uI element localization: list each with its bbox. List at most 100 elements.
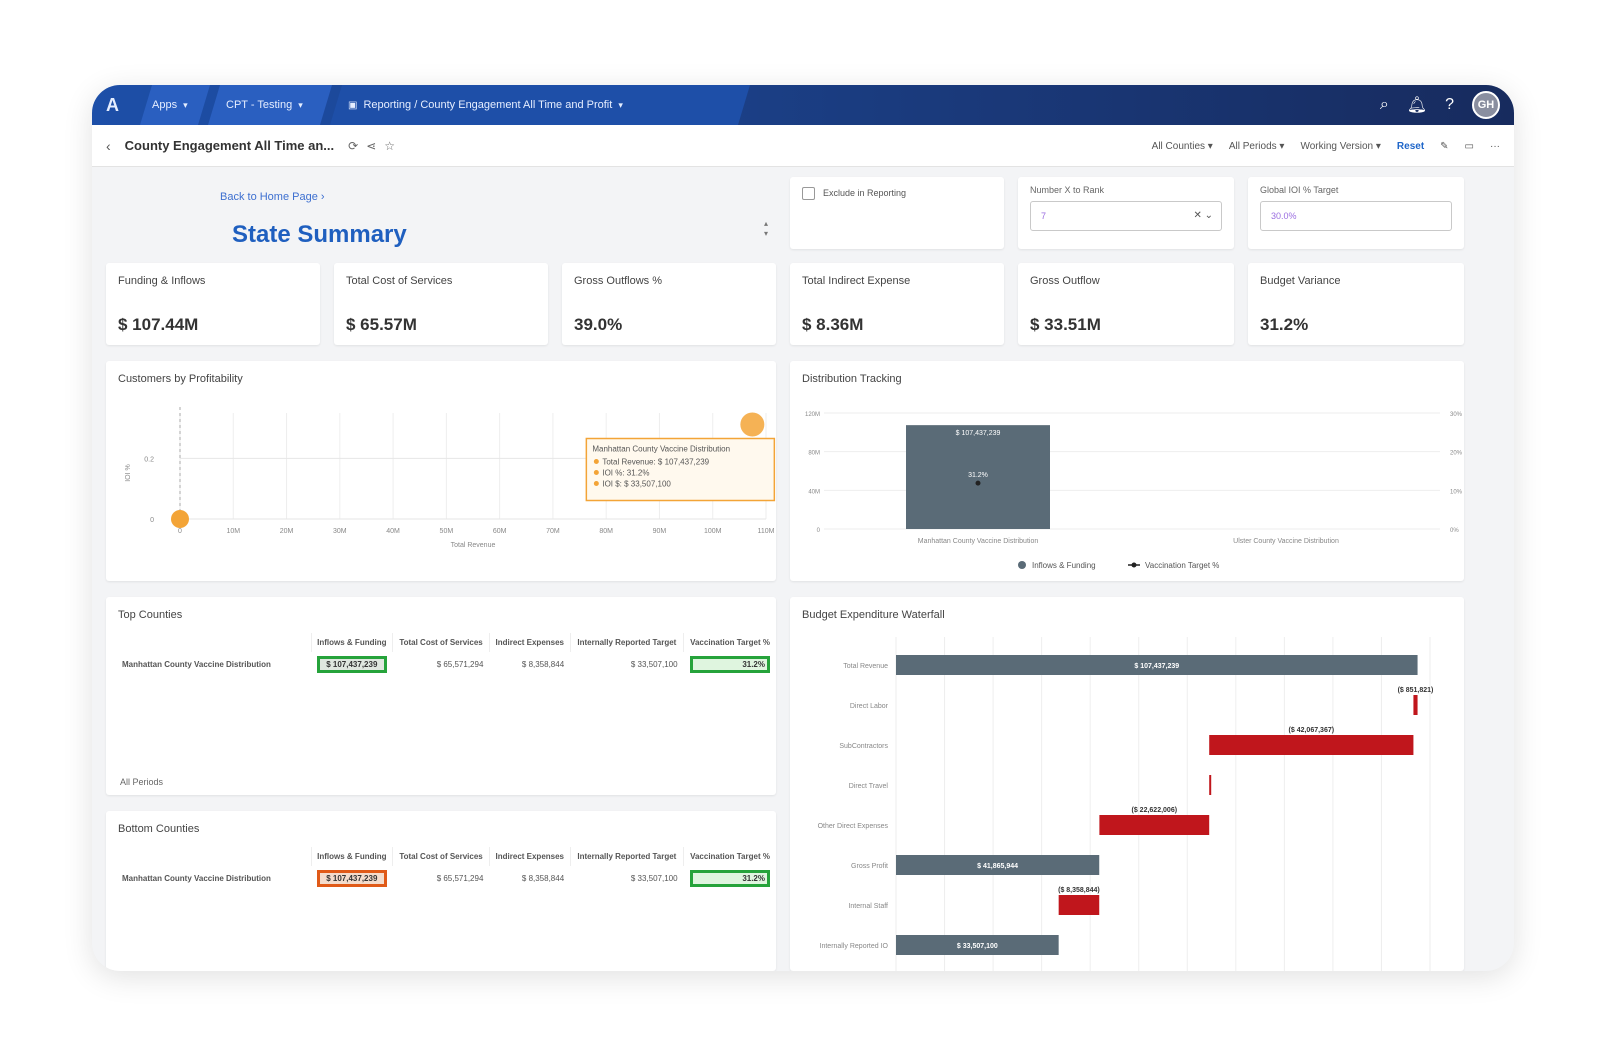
sync-icon[interactable]: ⟳ xyxy=(348,139,358,153)
search-icon[interactable]: ⌕ xyxy=(1380,96,1389,114)
column-header[interactable]: Inflows & Funding xyxy=(310,633,393,652)
target-input[interactable]: 30.0% xyxy=(1260,201,1452,231)
x-tick-label: 110M xyxy=(758,528,775,535)
filter-version[interactable]: Working Version ▾ xyxy=(1300,141,1380,152)
chevron-down-icon: ▾ xyxy=(183,99,188,110)
y2-tick-label: 30% xyxy=(1450,412,1463,418)
x-tick-label: Ulster County Vaccine Distribution xyxy=(1233,538,1339,545)
waterfall-card: Budget Expenditure Waterfall Total Reven… xyxy=(790,597,1464,971)
cell-highlight: $ 107,437,239 xyxy=(317,656,387,673)
report-path-label: Reporting / County Engagement All Time a… xyxy=(363,99,613,111)
page-title: State Summary xyxy=(232,221,407,248)
workspace-menu[interactable]: CPT - Testing ▾ xyxy=(208,85,332,125)
column-header[interactable]: Vaccination Target % xyxy=(683,847,776,866)
help-icon[interactable]: ? xyxy=(1445,96,1454,114)
exclude-card: Exclude in Reporting xyxy=(790,177,1004,249)
target-point-label: 31.2% xyxy=(968,472,988,479)
column-header[interactable]: Indirect Expenses xyxy=(488,847,571,866)
tooltip-title: Manhattan County Vaccine Distribution xyxy=(592,445,730,454)
column-header[interactable]: Inflows & Funding xyxy=(310,847,393,866)
column-header[interactable]: Total Cost of Services xyxy=(392,633,490,652)
checkbox-icon xyxy=(802,187,815,200)
cell-cost: $ 65,571,294 xyxy=(436,874,484,883)
column-header[interactable]: Total Cost of Services xyxy=(392,847,490,866)
bell-icon[interactable]: 🔔︎ xyxy=(1407,95,1427,115)
chevron-down-icon: ▾ xyxy=(298,99,303,110)
edit-icon[interactable]: ✎ xyxy=(1440,141,1448,152)
exclude-checkbox[interactable]: Exclude in Reporting xyxy=(802,187,906,200)
cell-indirect: $ 8,358,844 xyxy=(521,874,565,883)
x-tick-label: 100M xyxy=(704,528,722,535)
report-breadcrumb[interactable]: ▣ Reporting / County Engagement All Time… xyxy=(330,85,750,125)
top-nav-bar: A Apps ▾ CPT - Testing ▾ ▣ Reporting / C… xyxy=(92,85,1514,125)
table-row[interactable]: Manhattan County Vaccine Distribution $ … xyxy=(116,652,776,677)
filter-periods-label: All Periods xyxy=(1228,140,1277,152)
category-label: Other Direct Expenses xyxy=(818,823,889,830)
cell-inflows: $ 107,437,239 xyxy=(311,866,393,891)
column-header[interactable]: Vaccination Target % xyxy=(683,633,776,652)
bar-value-label: ($ 8,358,844) xyxy=(1058,887,1100,894)
comment-icon[interactable]: ▭ xyxy=(1465,141,1474,152)
kpi-value: 31.2% xyxy=(1260,315,1309,334)
x-tick-label: Manhattan County Vaccine Distribution xyxy=(918,538,1039,545)
waterfall-bar xyxy=(1058,895,1100,915)
kpi-label: Funding & Inflows xyxy=(118,275,206,287)
column-header[interactable]: Indirect Expenses xyxy=(488,633,571,652)
app-logo-icon[interactable]: A xyxy=(106,85,119,125)
user-avatar[interactable]: GH xyxy=(1472,91,1500,119)
y-tick-label: 0 xyxy=(150,517,154,524)
category-label: Total Revenue xyxy=(843,663,888,670)
periods-label: All Periods xyxy=(120,777,164,787)
top-counties-card: Top Counties Inflows & Funding Total Cos… xyxy=(106,597,776,795)
legend-marker xyxy=(1131,562,1137,568)
rank-card: Number X to Rank 7 ✕ ⌄ xyxy=(1018,177,1234,249)
legend-label: Vaccination Target % xyxy=(1145,561,1219,570)
column-header[interactable]: Internally Reported Target xyxy=(569,847,684,866)
filter-counties[interactable]: All Counties ▾ xyxy=(1152,141,1213,152)
reset-button[interactable]: Reset xyxy=(1397,141,1424,152)
y2-tick-label: 10% xyxy=(1450,489,1463,495)
target-label: Global IOI % Target xyxy=(1260,185,1339,195)
cell-vaccination: 31.2% xyxy=(684,866,776,891)
x-axis-label: Total Revenue xyxy=(451,542,496,549)
kpi-card: Gross Outflow $ 33.51M xyxy=(1018,263,1234,345)
table-row[interactable]: Manhattan County Vaccine Distribution $ … xyxy=(116,866,776,891)
y2-tick-label: 0% xyxy=(1450,528,1459,534)
bar-value-label: ($ 42,067,367) xyxy=(1289,727,1335,734)
bar-value-label: ($ 851,821) xyxy=(1398,687,1434,694)
distribution-chart[interactable]: 0 40M 80M 120M 0% 10% 20% 30% $ 107,437,239 31.2%… xyxy=(790,361,1464,581)
top-nav-icons: ⌕ 🔔︎ ? GH xyxy=(1380,85,1500,125)
cell-highlight: 31.2% xyxy=(689,656,770,673)
more-icon[interactable]: ··· xyxy=(1490,141,1500,152)
cell-indirect: $ 8,358,844 xyxy=(521,660,565,669)
kpi-value: $ 8.36M xyxy=(802,315,864,334)
waterfall-bar xyxy=(1099,815,1210,835)
report-icon: ▣ xyxy=(348,99,358,111)
category-label: SubContractors xyxy=(839,743,888,750)
row-name: Manhattan County Vaccine Distribution xyxy=(122,660,271,669)
rank-select[interactable]: 7 ✕ ⌄ xyxy=(1030,201,1222,231)
clear-icon[interactable]: ✕ ⌄ xyxy=(1193,210,1213,221)
star-icon[interactable]: ☆ xyxy=(384,139,395,153)
target-point xyxy=(975,480,981,486)
back-arrow-icon[interactable]: ‹ xyxy=(106,138,111,154)
scatter-chart[interactable]: 0 10M 20M 30M 40M 50M 60M 70M 80M 90M 100M 110M 0 0.2… xyxy=(106,361,776,581)
waterfall-chart[interactable]: Total Revenue $ 107,437,239 Direct Labor ($… xyxy=(790,597,1464,971)
filter-periods[interactable]: All Periods ▾ xyxy=(1229,141,1285,152)
apps-menu[interactable]: Apps ▾ xyxy=(140,85,210,125)
filter-bar: All Counties ▾ All Periods ▾ Working Ver… xyxy=(1152,125,1500,167)
kpi-card: Total Cost of Services $ 65.57M xyxy=(334,263,548,345)
y-tick-label: 0 xyxy=(817,528,821,534)
back-to-home-link[interactable]: Back to Home Page › xyxy=(220,191,325,203)
cell-target: $ 33,507,100 xyxy=(630,874,678,883)
workspace-menu-label: CPT - Testing xyxy=(226,99,293,111)
cell-inflows: $ 107,437,239 xyxy=(311,652,393,677)
column-header[interactable]: Internally Reported Target xyxy=(569,633,684,652)
scroll-stepper[interactable]: ▴ ▾ xyxy=(764,219,768,239)
cell-cost: $ 65,571,294 xyxy=(436,660,484,669)
top-counties-table: Inflows & Funding Total Cost of Services… xyxy=(116,633,776,677)
kpi-value: $ 33.51M xyxy=(1030,315,1101,334)
bottom-counties-card: Bottom Counties Inflows & Funding Total … xyxy=(106,811,776,971)
tooltip-line: IOI %: 31.2% xyxy=(602,469,649,478)
share-icon[interactable]: ⋖ xyxy=(366,139,376,153)
